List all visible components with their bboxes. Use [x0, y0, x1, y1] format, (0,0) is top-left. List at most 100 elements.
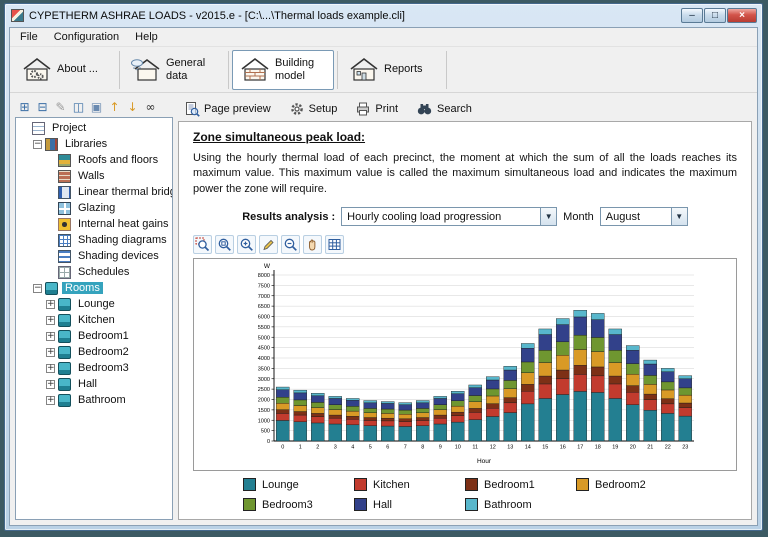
- bar-segment-bedroom2: [433, 409, 447, 415]
- bar-segment-kitchen: [678, 406, 692, 416]
- tree-item-linear-thermal-bridges[interactable]: Linear thermal bridges: [16, 184, 172, 200]
- zoom-window-button[interactable]: [193, 235, 212, 255]
- house-bricks-icon: [241, 57, 269, 81]
- minimize-button[interactable]: –: [681, 8, 703, 23]
- tree-item-roofs-and-floors[interactable]: Roofs and floors: [16, 152, 172, 168]
- svg-text:7: 7: [404, 444, 407, 450]
- maximize-button[interactable]: □: [704, 8, 726, 23]
- month-select[interactable]: August ▼: [599, 207, 688, 227]
- expand-icon[interactable]: +: [46, 363, 55, 373]
- results-controls: Results analysis : Hourly cooling load p…: [193, 207, 737, 227]
- tree-item-bathroom[interactable]: + Bathroom: [16, 392, 172, 408]
- remove-branch-icon[interactable]: ⊟: [34, 98, 51, 115]
- svg-text:2500: 2500: [258, 387, 270, 393]
- bar-segment-bathroom: [433, 395, 447, 399]
- tree-item-internal-heat-gains[interactable]: Internal heat gains: [16, 216, 172, 232]
- move-up-icon[interactable]: ↑: [106, 98, 123, 115]
- reports-button[interactable]: Reports: [341, 50, 443, 90]
- search-button[interactable]: Search: [416, 101, 472, 117]
- tree-item-rooms[interactable]: − Rooms: [16, 280, 172, 296]
- legend-chip: [243, 498, 256, 511]
- building-model-button[interactable]: Building model: [232, 49, 334, 90]
- expand-icon[interactable]: +: [46, 331, 55, 341]
- bar-segment-bedroom2: [573, 348, 587, 366]
- project-icon: [32, 121, 45, 135]
- bar-segment-bedroom3: [538, 349, 552, 363]
- bar-segment-bedroom1: [293, 410, 307, 415]
- bar-segment-bedroom3: [468, 394, 482, 402]
- zoom-out-button[interactable]: [281, 235, 300, 255]
- expand-icon[interactable]: +: [46, 299, 55, 309]
- tree-item-hall[interactable]: + Hall: [16, 376, 172, 392]
- bar-segment-bedroom1: [626, 384, 640, 393]
- zoom-all-button[interactable]: [215, 235, 234, 255]
- general-data-button[interactable]: General data: [123, 50, 225, 90]
- bar-segment-kitchen: [608, 383, 622, 399]
- tree-item-walls[interactable]: Walls: [16, 168, 172, 184]
- paste-icon[interactable]: ▣: [88, 98, 105, 115]
- tree-item-glazing[interactable]: Glazing: [16, 200, 172, 216]
- svg-text:21: 21: [647, 444, 653, 450]
- tree-item-shading-diagrams[interactable]: Shading diagrams: [16, 232, 172, 248]
- tree-item-bedroom1[interactable]: + Bedroom1: [16, 328, 172, 344]
- table-icon: [328, 239, 341, 251]
- find-icon[interactable]: ∞: [142, 98, 159, 115]
- bar-segment-lounge: [608, 397, 622, 441]
- collapse-icon[interactable]: −: [33, 139, 42, 149]
- results-analysis-value: Hourly cooling load progression: [347, 210, 502, 223]
- bar-segment-hall: [556, 323, 570, 342]
- expand-icon[interactable]: +: [46, 379, 55, 389]
- tree-item-schedules[interactable]: Schedules: [16, 264, 172, 280]
- annotate-button[interactable]: [259, 235, 278, 255]
- copy-table-button[interactable]: [325, 235, 344, 255]
- bar-segment-bathroom: [661, 367, 675, 372]
- tree-item-lounge[interactable]: + Lounge: [16, 296, 172, 312]
- expand-icon[interactable]: +: [46, 315, 55, 325]
- add-branch-icon[interactable]: ⊞: [16, 98, 33, 115]
- tree-item-libraries[interactable]: − Libraries: [16, 136, 172, 152]
- bar-segment-hall: [276, 389, 290, 397]
- legend-item-hall: Hall: [354, 498, 465, 511]
- print-button[interactable]: Print: [355, 101, 398, 117]
- collapse-icon[interactable]: −: [33, 283, 42, 293]
- tree-item-bedroom3[interactable]: + Bedroom3: [16, 360, 172, 376]
- bar-segment-bathroom: [381, 400, 395, 404]
- svg-text:1000: 1000: [258, 418, 270, 424]
- bar-segment-bathroom: [451, 390, 465, 394]
- tree-item-project[interactable]: Project: [16, 120, 172, 136]
- expand-icon[interactable]: +: [46, 395, 55, 405]
- legend-chip: [354, 478, 367, 491]
- bar-segment-lounge: [451, 421, 465, 441]
- tree-item-bedroom2[interactable]: + Bedroom2: [16, 344, 172, 360]
- bar-segment-bedroom1: [643, 393, 657, 400]
- about-button[interactable]: About ...: [14, 50, 116, 90]
- bar-segment-lounge: [416, 425, 430, 441]
- edit-icon[interactable]: ✎: [52, 98, 69, 115]
- title-bar[interactable]: CYPETHERM ASHRAE LOADS - v2015.e - [C:\.…: [5, 4, 762, 25]
- menu-configuration[interactable]: Configuration: [46, 29, 127, 45]
- tree-item-kitchen[interactable]: + Kitchen: [16, 312, 172, 328]
- legend-chip: [465, 498, 478, 511]
- bar-segment-bedroom2: [678, 394, 692, 403]
- bar-segment-bedroom2: [468, 401, 482, 409]
- bar-segment-kitchen: [591, 375, 605, 393]
- tree-item-shading-devices[interactable]: Shading devices: [16, 248, 172, 264]
- svg-text:Hour: Hour: [477, 458, 492, 465]
- page-preview-button[interactable]: Page preview: [184, 101, 271, 117]
- svg-text:9: 9: [439, 444, 442, 450]
- tree-item-label: Roofs and floors: [78, 154, 159, 166]
- bar-segment-hall: [433, 397, 447, 405]
- tree-toolbar: ⊞ ⊟ ✎ ◫ ▣ ↑ ↓ ∞: [15, 97, 173, 117]
- move-down-icon[interactable]: ↓: [124, 98, 141, 115]
- zoom-in-button[interactable]: [237, 235, 256, 255]
- menu-help[interactable]: Help: [127, 29, 166, 45]
- bar-segment-hall: [503, 369, 517, 381]
- close-button[interactable]: ×: [727, 8, 757, 23]
- results-analysis-select[interactable]: Hourly cooling load progression ▼: [341, 207, 558, 227]
- setup-button[interactable]: Setup: [289, 101, 337, 117]
- expand-icon[interactable]: +: [46, 347, 55, 357]
- pan-button[interactable]: [303, 235, 322, 255]
- menu-file[interactable]: File: [12, 29, 46, 45]
- room-icon: [58, 345, 71, 359]
- copy-icon[interactable]: ◫: [70, 98, 87, 115]
